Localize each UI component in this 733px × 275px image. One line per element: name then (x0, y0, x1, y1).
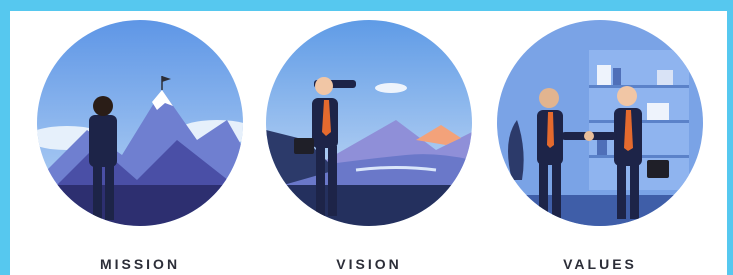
infographic-frame: MISSION VISION VALUES (10, 11, 727, 275)
values-illustration (497, 20, 703, 226)
mission-label: MISSION (99, 256, 181, 272)
values-label: VALUES (563, 256, 637, 272)
vision-label: VISION (336, 256, 402, 272)
mission-illustration (37, 20, 243, 226)
panel-vision: VISION (264, 20, 474, 272)
panel-values: VALUES (495, 20, 705, 272)
panel-mission: MISSION (35, 20, 245, 272)
vision-illustration (266, 20, 472, 226)
